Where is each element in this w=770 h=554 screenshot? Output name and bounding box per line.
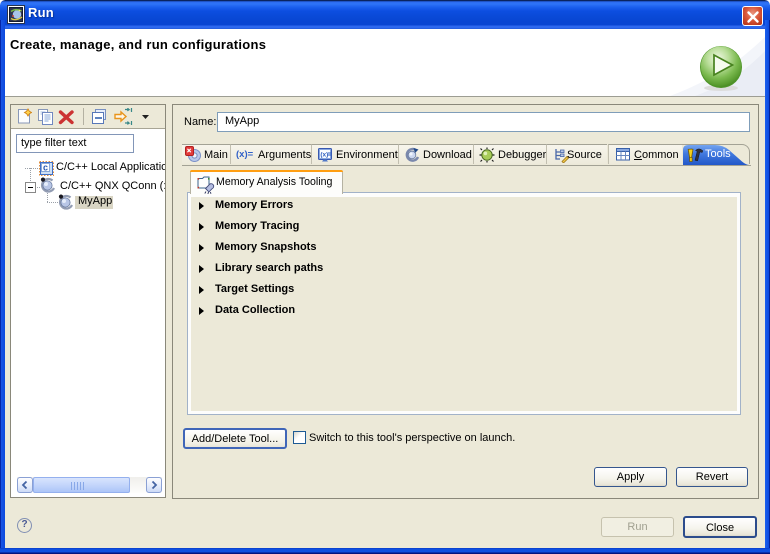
- svg-text:c: c: [43, 163, 48, 173]
- svg-text:(x): (x): [320, 152, 328, 159]
